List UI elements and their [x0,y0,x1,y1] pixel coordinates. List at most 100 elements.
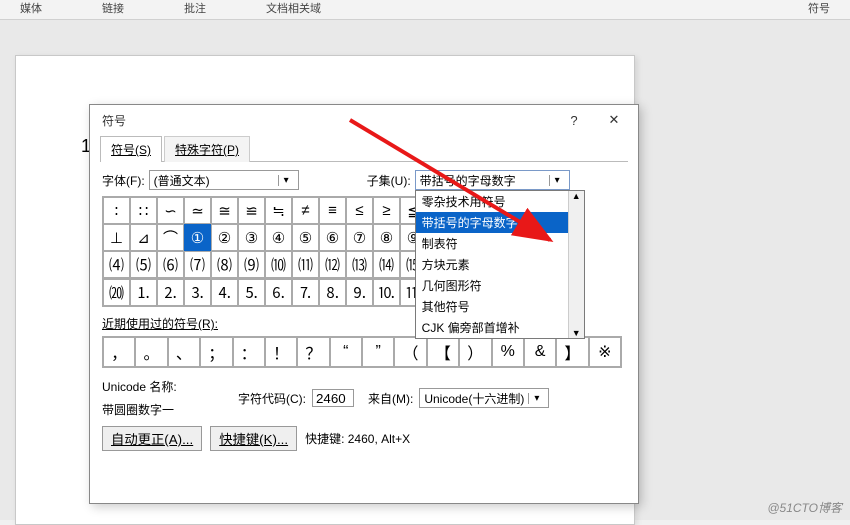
symbol-cell[interactable]: ⒋ [211,279,238,306]
symbol-cell[interactable]: ≥ [373,197,400,224]
subset-dropdown: 零杂技术用符号带括号的字母数字制表符方块元素几何图形符其他符号CJK 偏旁部首增… [415,190,585,339]
symbol-cell[interactable]: ⊿ [130,224,157,251]
from-select[interactable]: Unicode(十六进制) ▾ [419,388,549,408]
close-button[interactable]: ✕ [594,106,634,134]
symbol-cell[interactable]: ⑺ [184,251,211,278]
ribbon: 媒体 链接 批注 文档相关域 符号 [0,0,850,20]
symbol-cell[interactable]: ⑤ [292,224,319,251]
ribbon-item[interactable]: 符号 [808,0,830,16]
subset-option[interactable]: 方块元素 [416,254,568,275]
font-select[interactable]: (普通文本) ▾ [149,170,299,190]
tabs: 符号(S) 特殊字符(P) [100,135,628,162]
subset-option[interactable]: 其他符号 [416,296,568,317]
symbol-cell[interactable]: ⒀ [346,251,373,278]
subset-option[interactable]: 带括号的字母数字 [416,212,568,233]
symbol-cell[interactable]: ⒊ [184,279,211,306]
subset-option[interactable]: 几何图形符 [416,275,568,296]
chevron-down-icon: ▾ [278,175,294,186]
recent-symbol-cell[interactable]: ： [233,337,265,367]
symbol-cell[interactable]: ③ [238,224,265,251]
symbol-cell[interactable]: ∽ [157,197,184,224]
recent-symbol-cell[interactable]: 、 [168,337,200,367]
symbol-cell[interactable]: ⒁ [373,251,400,278]
symbol-cell[interactable]: ⑾ [292,251,319,278]
tab-special-chars[interactable]: 特殊字符(P) [164,136,250,162]
subset-label: 子集(U): [367,172,411,189]
chevron-down-icon: ▾ [528,393,544,404]
char-code-label: 字符代码(C): [238,390,306,407]
recent-symbol-cell[interactable]: ； [200,337,232,367]
symbol-grid: ∶∷∽≃≅≌≒≠≡≤≥≦⊥⊿⌒①②③④⑤⑥⑦⑧⑨⑷⑸⑹⑺⑻⑼⑽⑾⑿⒀⒁⒂ [102,196,442,279]
symbol-cell[interactable]: ① [184,224,211,251]
symbol-cell[interactable]: ⑦ [346,224,373,251]
subset-option[interactable]: CJK 偏旁部首增补 [416,317,568,338]
watermark: @51CTO博客 [767,499,842,516]
from-label: 来自(M): [368,390,413,407]
recent-symbol-cell[interactable]: % [492,337,524,367]
recent-symbol-cell[interactable]: ） [459,337,491,367]
symbol-cell[interactable]: ⑽ [265,251,292,278]
help-button[interactable]: ? [554,106,594,134]
recent-symbol-cell[interactable]: ” [362,337,394,367]
titlebar[interactable]: 符号 ? ✕ [90,105,638,135]
recent-symbol-cell[interactable]: 】 [556,337,588,367]
symbol-cell[interactable]: ⒎ [292,279,319,306]
symbol-cell[interactable]: ⒑ [373,279,400,306]
symbol-cell[interactable]: ⑸ [130,251,157,278]
symbol-cell[interactable]: ⑷ [103,251,130,278]
symbol-cell[interactable]: ⒌ [238,279,265,306]
subset-option[interactable]: 制表符 [416,233,568,254]
unicode-name-label: Unicode 名称: [102,378,232,395]
recent-symbol-cell[interactable]: （ [394,337,426,367]
ribbon-item[interactable]: 文档相关域 [266,0,321,16]
symbol-cell[interactable]: ⊥ [103,224,130,251]
subset-value: 带括号的字母数字 [420,172,516,189]
recent-symbols: ，。、；：！？“”（【）%&】※ [102,336,622,368]
symbol-cell[interactable]: ∶ [103,197,130,224]
symbol-cell[interactable]: ≃ [184,197,211,224]
ribbon-item[interactable]: 批注 [184,0,206,16]
recent-symbol-cell[interactable]: 【 [427,337,459,367]
symbol-cell[interactable]: ⒉ [157,279,184,306]
symbol-cell[interactable]: ≅ [211,197,238,224]
symbol-cell[interactable]: ⑻ [211,251,238,278]
recent-symbol-cell[interactable]: ！ [265,337,297,367]
autocorrect-button[interactable]: 自动更正(A)... [102,426,202,451]
symbol-cell[interactable]: ⑧ [373,224,400,251]
recent-symbol-cell[interactable]: ※ [589,337,621,367]
scrollbar[interactable]: ▲▼ [568,191,584,338]
symbol-cell[interactable]: ⒏ [319,279,346,306]
subset-option[interactable]: 零杂技术用符号 [416,191,568,212]
symbol-cell[interactable]: ⑼ [238,251,265,278]
symbol-dialog: 符号 ? ✕ 符号(S) 特殊字符(P) 字体(F): (普通文本) ▾ 子集(… [89,104,639,504]
symbol-cell[interactable]: ⑹ [157,251,184,278]
shortcut-text: 快捷键: 2460, Alt+X [305,430,410,447]
symbol-cell[interactable]: ⑥ [319,224,346,251]
recent-symbol-cell[interactable]: & [524,337,556,367]
symbol-cell[interactable]: ≒ [265,197,292,224]
symbol-cell[interactable]: ④ [265,224,292,251]
symbol-cell[interactable]: ⒐ [346,279,373,306]
font-label: 字体(F): [102,172,145,189]
recent-symbol-cell[interactable]: “ [330,337,362,367]
tab-symbols[interactable]: 符号(S) [100,136,162,162]
symbol-cell[interactable]: ≤ [346,197,373,224]
symbol-cell[interactable]: ② [211,224,238,251]
symbol-cell[interactable]: ⒇ [103,279,130,306]
shortcut-key-button[interactable]: 快捷键(K)... [210,426,297,451]
symbol-cell[interactable]: ⑿ [319,251,346,278]
recent-symbol-cell[interactable]: ， [103,337,135,367]
symbol-cell[interactable]: ∷ [130,197,157,224]
symbol-cell[interactable]: ≡ [319,197,346,224]
symbol-cell[interactable]: ⒍ [265,279,292,306]
ribbon-item[interactable]: 媒体 [20,0,42,16]
symbol-cell[interactable]: ≌ [238,197,265,224]
recent-symbol-cell[interactable]: 。 [135,337,167,367]
subset-select[interactable]: 带括号的字母数字 ▾ [415,170,570,190]
ribbon-item[interactable]: 链接 [102,0,124,16]
char-code-input[interactable] [312,389,354,407]
symbol-cell[interactable]: ⒈ [130,279,157,306]
symbol-cell[interactable]: ⌒ [157,224,184,251]
symbol-cell[interactable]: ≠ [292,197,319,224]
recent-symbol-cell[interactable]: ？ [297,337,329,367]
